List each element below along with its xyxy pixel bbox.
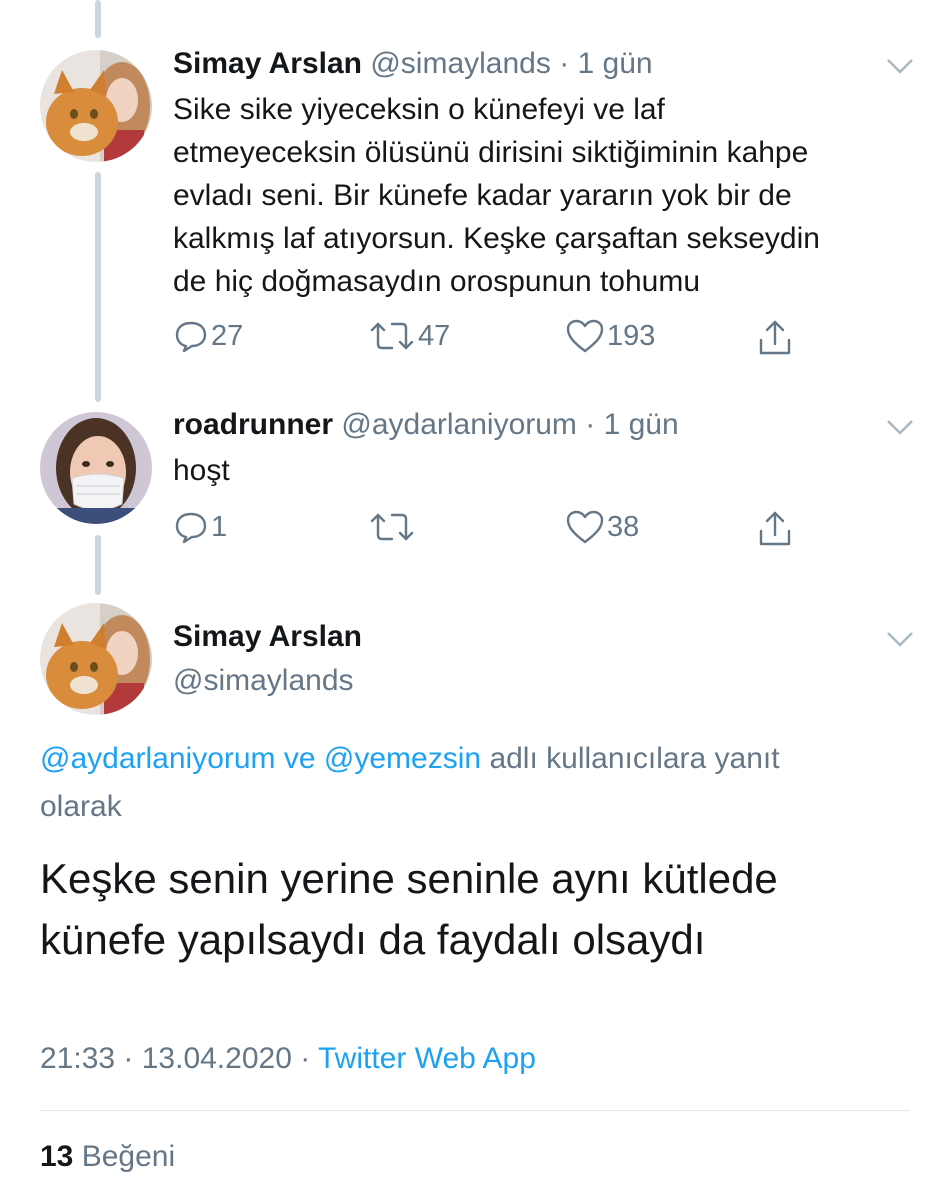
- share-button[interactable]: [755, 318, 797, 358]
- tweet-text-line: etmeyeceksin ölüsünü dirisini siktiğimin…: [173, 136, 809, 169]
- author-name[interactable]: Simay Arslan: [173, 620, 362, 654]
- main-tweet-text-line: Keşke senin yerine seninle aynı kütlede: [40, 855, 778, 902]
- retweet-icon: [370, 322, 414, 350]
- chevron-down-icon[interactable]: [885, 56, 915, 76]
- tweet-text-line: kalkmış laf atıyorsun. Keşke çarşaftan s…: [173, 222, 820, 255]
- like-stats[interactable]: 13 Beğeni: [40, 1140, 175, 1174]
- retweet-count: 47: [418, 319, 451, 352]
- like-stat-label: Beğeni: [81, 1140, 176, 1173]
- tweet-timestamp: 21:33 · 13.04.2020 ·: [40, 1042, 311, 1075]
- like-stat-count: 13: [40, 1140, 74, 1173]
- reply-context-text: olarak: [40, 790, 122, 823]
- reply-button[interactable]: 1: [173, 509, 227, 545]
- avatar[interactable]: [40, 50, 152, 162]
- reply-context: @aydarlaniyorum ve @yemezsin adlı kullan…: [40, 735, 900, 831]
- author-name[interactable]: roadrunner: [173, 408, 333, 441]
- tweet-header: roadrunner @aydarlaniyorum · 1 gün: [173, 408, 679, 442]
- tweet-time[interactable]: · 1 gün: [559, 47, 652, 80]
- thread-line-top: [95, 0, 101, 38]
- avatar[interactable]: [40, 412, 152, 524]
- tweet-text-line: de hiç doğmasaydın orospunun tohumu: [173, 265, 701, 298]
- divider: [40, 1110, 910, 1111]
- like-icon: [566, 319, 604, 353]
- tweet-source-link[interactable]: Twitter Web App: [318, 1042, 536, 1075]
- reply-icon: [175, 321, 207, 353]
- like-count: 193: [607, 319, 656, 352]
- tweet-text: hoşt: [173, 449, 913, 492]
- author-name[interactable]: Simay Arslan: [173, 47, 362, 80]
- avatar[interactable]: [40, 603, 152, 715]
- author-handle[interactable]: @aydarlaniyorum: [341, 408, 577, 441]
- tweet-header: Simay Arslan @simaylands · 1 gün: [173, 47, 653, 81]
- tweet-text-line: hoşt: [173, 454, 230, 487]
- tweet-time[interactable]: · 1 gün: [585, 408, 678, 441]
- reply-context-text: adlı kullanıcılara yanıt: [489, 742, 780, 775]
- like-button[interactable]: 38: [565, 509, 639, 545]
- main-tweet-text-line: künefe yapılsaydı da faydalı olsaydı: [40, 916, 706, 963]
- author-handle[interactable]: @simaylands: [173, 664, 354, 698]
- chevron-down-icon[interactable]: [885, 417, 915, 437]
- share-button[interactable]: [755, 509, 797, 549]
- tweet-actions: 1 38: [173, 509, 813, 553]
- tweet-actions: 27 47 193: [173, 318, 813, 362]
- like-button[interactable]: 193: [565, 318, 655, 354]
- mention-conjunction: ve: [283, 742, 316, 775]
- share-icon: [759, 320, 791, 355]
- tweet-text-line: evladı seni. Bir künefe kadar yararın yo…: [173, 179, 792, 212]
- reply-icon: [175, 512, 207, 544]
- tweet-text-line: Sike sike yiyeceksin o künefeyi ve laf: [173, 93, 665, 126]
- retweet-button[interactable]: [368, 509, 418, 545]
- thread-line-2: [95, 535, 101, 595]
- tweet-meta: 21:33 · 13.04.2020 · Twitter Web App: [40, 1042, 536, 1076]
- mention-link[interactable]: @yemezsin: [324, 742, 481, 775]
- like-count: 38: [607, 510, 640, 543]
- share-icon: [759, 511, 791, 546]
- chevron-down-icon[interactable]: [885, 629, 915, 649]
- reply-context-line: @aydarlaniyorum ve @yemezsin adlı kullan…: [40, 735, 900, 783]
- reply-count: 27: [211, 319, 244, 352]
- retweet-icon: [370, 513, 414, 541]
- author-handle[interactable]: @simaylands: [370, 47, 551, 80]
- tweet-text: Sike sike yiyeceksin o künefeyi ve laf e…: [173, 88, 913, 303]
- reply-count: 1: [211, 510, 228, 543]
- retweet-button[interactable]: 47: [368, 318, 450, 354]
- thread-line-1: [95, 172, 101, 402]
- mention-link[interactable]: @aydarlaniyorum: [40, 742, 276, 775]
- like-icon: [566, 510, 604, 544]
- reply-button[interactable]: 27: [173, 318, 243, 354]
- main-tweet-text: Keşke senin yerine seninle aynı kütlede …: [40, 848, 900, 970]
